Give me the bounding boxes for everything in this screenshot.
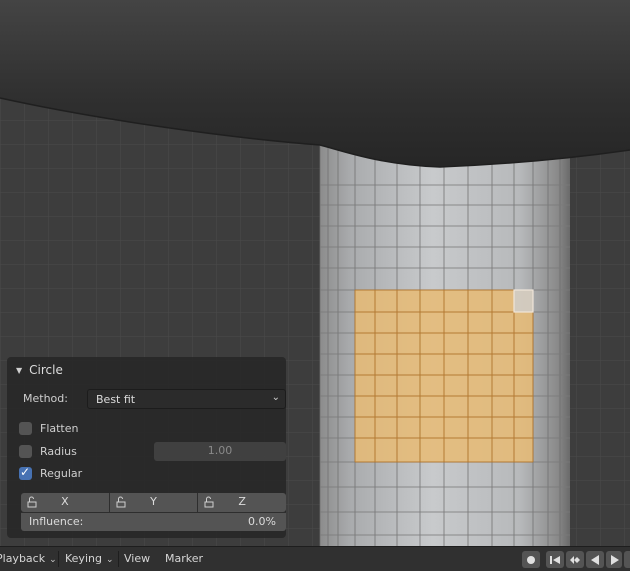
play-button[interactable] — [606, 551, 622, 568]
view-menu[interactable]: View — [124, 552, 150, 565]
selected-faces[interactable] — [354, 289, 534, 463]
play-reverse-icon — [591, 555, 599, 565]
radius-field[interactable]: 1.00 — [154, 442, 286, 461]
radius-value: 1.00 — [207, 444, 233, 457]
method-label: Method: — [23, 392, 68, 405]
chevron-down-icon: ⌄ — [105, 555, 114, 565]
playback-menu[interactable]: Playback ⌄ — [0, 552, 57, 565]
divider — [118, 551, 119, 567]
collapse-triangle-icon[interactable]: ▼ — [16, 366, 22, 375]
keying-label: Keying — [65, 552, 102, 565]
panel-header[interactable]: ▼ Circle — [7, 359, 286, 381]
prev-keyframe-icon — [570, 556, 580, 564]
axis-x-label: X — [61, 495, 69, 508]
jump-start-button[interactable] — [546, 551, 564, 568]
influence-value: 0.0% — [248, 515, 276, 528]
method-value: Best fit — [96, 393, 136, 406]
radius-label: Radius — [40, 445, 77, 458]
radius-checkbox[interactable] — [19, 445, 32, 458]
record-button[interactable] — [522, 551, 540, 568]
prev-keyframe-button[interactable] — [566, 551, 584, 568]
method-dropdown[interactable]: Best fit ⌄ — [87, 389, 286, 409]
chevron-down-icon: ⌄ — [49, 555, 57, 565]
regular-checkbox[interactable] — [19, 465, 32, 480]
lock-z-toggle[interactable]: Z — [198, 493, 287, 512]
axis-z-label: Z — [238, 495, 246, 508]
lock-axes-row: X Y Z — [21, 493, 287, 512]
play-reverse-button[interactable] — [586, 551, 604, 568]
lock-x-toggle[interactable]: X — [21, 493, 110, 512]
playback-label: Playback — [0, 552, 46, 565]
play-icon — [611, 555, 619, 565]
flatten-label: Flatten — [40, 422, 79, 435]
circle-operator-panel[interactable]: ▼ Circle Method: Best fit ⌄ Flatten Radi… — [7, 357, 287, 538]
lock-y-toggle[interactable]: Y — [109, 493, 199, 512]
keying-menu[interactable]: Keying ⌄ — [65, 552, 114, 565]
influence-label: Influence: — [29, 515, 84, 528]
flatten-checkbox[interactable] — [19, 422, 32, 435]
jump-start-icon — [550, 556, 560, 564]
marker-menu[interactable]: Marker — [165, 552, 203, 565]
axis-y-label: Y — [150, 495, 157, 508]
regular-label: Regular — [40, 467, 83, 480]
jump-end-button[interactable] — [624, 551, 630, 568]
record-icon — [527, 556, 535, 564]
divider — [58, 551, 59, 567]
chevron-down-icon: ⌄ — [271, 392, 280, 403]
panel-title: Circle — [29, 363, 63, 377]
timeline-header: Playback ⌄ Keying ⌄ View Marker — [0, 546, 630, 571]
influence-slider[interactable]: Influence: 0.0% — [21, 512, 286, 531]
